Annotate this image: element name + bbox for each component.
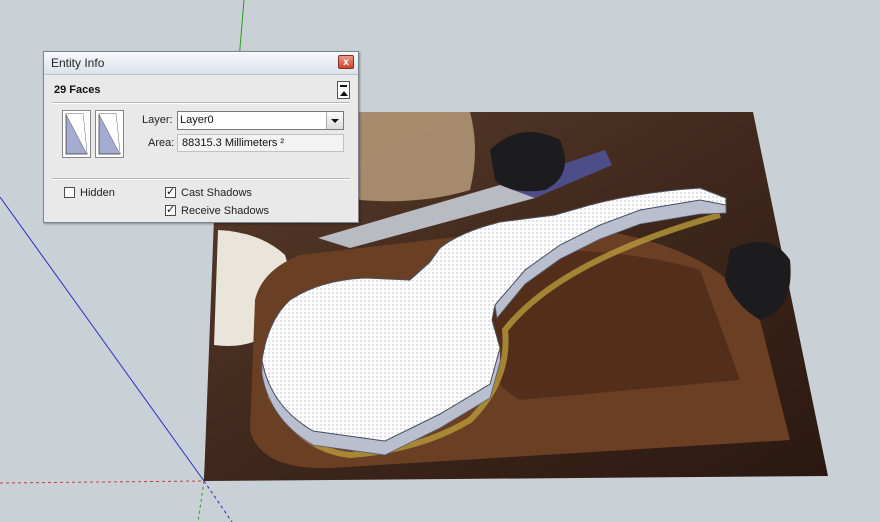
green-axis-dashed [197, 480, 205, 522]
hidden-checkbox[interactable] [64, 187, 75, 198]
layer-select[interactable]: Layer0 [177, 111, 344, 130]
receive-shadows-label: Receive Shadows [181, 205, 270, 217]
blue-axis [0, 196, 205, 482]
layer-select-value: Layer0 [180, 114, 214, 126]
selection-title: 29 Faces [54, 84, 101, 96]
entity-info-dialog[interactable]: Entity Info x 29 Faces Layer: Layer0 Are… [43, 51, 359, 223]
area-field: 88315.3 Millimeters ² [177, 134, 344, 152]
dialog-body: 29 Faces Layer: Layer0 Area: 88315.3 Mil… [50, 76, 352, 220]
dialog-titlebar[interactable]: Entity Info x [44, 52, 358, 75]
area-label: Area: [148, 137, 175, 149]
divider [52, 102, 350, 104]
cast-shadows-label: Cast Shadows [181, 187, 252, 199]
close-icon[interactable]: x [338, 55, 354, 69]
layer-label: Layer: [142, 114, 173, 126]
receive-shadows-checkbox[interactable] [165, 203, 176, 217]
area-value: 88315.3 Millimeters ² [182, 137, 285, 149]
collapse-panel-icon[interactable] [337, 81, 350, 99]
blue-axis-dashed [203, 480, 233, 522]
hidden-label: Hidden [80, 187, 115, 199]
divider [52, 178, 350, 180]
chevron-down-icon[interactable] [326, 112, 343, 129]
dialog-title: Entity Info [51, 56, 105, 70]
back-material-swatch[interactable] [95, 110, 124, 158]
front-material-swatch[interactable] [62, 110, 91, 158]
red-axis-dashed [0, 480, 205, 484]
cast-shadows-checkbox[interactable] [165, 185, 176, 199]
